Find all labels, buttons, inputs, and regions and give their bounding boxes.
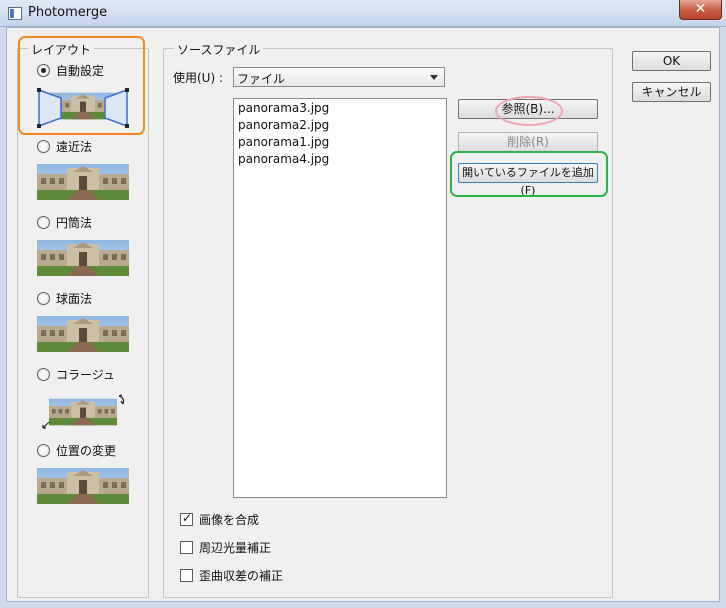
layout-option-perspective[interactable]: 遠近法 — [37, 138, 92, 154]
dropdown-arrow-icon — [430, 75, 438, 80]
layout-option-reposition[interactable]: 位置の変更 — [37, 442, 116, 458]
vignette-removal-label: 周辺光量補正 — [199, 540, 272, 555]
radio-cylindrical[interactable] — [37, 215, 50, 229]
distortion-correction-checkbox[interactable] — [180, 568, 193, 582]
layout-option-label: コラージュ — [56, 367, 115, 382]
auto-layout-highlight — [18, 36, 145, 135]
radio-perspective[interactable] — [37, 139, 50, 153]
list-item[interactable]: panorama2.jpg — [238, 118, 442, 135]
layout-option-collage[interactable]: コラージュ — [37, 366, 115, 382]
browse-highlight — [495, 96, 563, 126]
ok-button[interactable]: OK — [632, 51, 711, 71]
cylindrical-preview — [37, 240, 129, 276]
use-dropdown[interactable]: ファイル — [233, 67, 445, 87]
window-title: Photomerge — [28, 5, 108, 20]
distortion-correction-label: 歪曲収差の補正 — [199, 568, 284, 583]
layout-option-label: 球面法 — [56, 291, 93, 306]
spherical-preview — [37, 316, 129, 352]
check-mark-icon: ✓ — [182, 510, 193, 525]
layout-option-label: 円筒法 — [56, 215, 93, 230]
remove-button[interactable]: 削除(R) — [458, 132, 598, 152]
list-item[interactable]: panorama3.jpg — [238, 101, 442, 118]
use-dropdown-value: ファイル — [237, 72, 286, 86]
collage-preview — [42, 394, 125, 429]
resize-icon — [42, 421, 50, 429]
blend-images-checkbox[interactable]: ✓ — [180, 510, 193, 526]
reposition-preview — [37, 468, 129, 504]
use-label: 使用(U) : — [173, 71, 224, 85]
perspective-preview — [37, 164, 129, 200]
radio-reposition[interactable] — [37, 443, 50, 457]
list-item[interactable]: panorama1.jpg — [238, 135, 442, 152]
layout-option-spherical[interactable]: 球面法 — [37, 290, 92, 306]
file-list[interactable]: panorama3.jpg panorama2.jpg panorama1.jp… — [233, 98, 447, 498]
app-icon — [8, 7, 22, 20]
add-open-files-highlight — [450, 151, 608, 197]
close-icon[interactable]: ✕ — [679, 0, 722, 20]
rotate-icon — [118, 394, 125, 405]
layout-option-cylindrical[interactable]: 円筒法 — [37, 214, 92, 230]
blend-images-label: 画像を合成 — [199, 512, 260, 527]
list-item[interactable]: panorama4.jpg — [238, 152, 442, 169]
title-bar: Photomerge ✕ — [0, 0, 726, 27]
blend-images-option[interactable]: ✓ 画像を合成 — [180, 511, 259, 527]
layout-option-label: 遠近法 — [56, 139, 93, 154]
cancel-button[interactable]: キャンセル — [632, 82, 711, 102]
distortion-correction-option[interactable]: 歪曲収差の補正 — [180, 567, 283, 583]
layout-option-label: 位置の変更 — [56, 443, 117, 458]
vignette-removal-option[interactable]: 周辺光量補正 — [180, 539, 271, 555]
vignette-removal-checkbox[interactable] — [180, 540, 193, 554]
source-files-legend: ソースファイル — [174, 41, 264, 58]
dialog-body: レイアウト 自動設定 遠近法 円筒法 球面法 コラージュ 位置の変更 ソースファ… — [6, 27, 720, 602]
radio-collage[interactable] — [37, 367, 50, 381]
radio-spherical[interactable] — [37, 291, 50, 305]
